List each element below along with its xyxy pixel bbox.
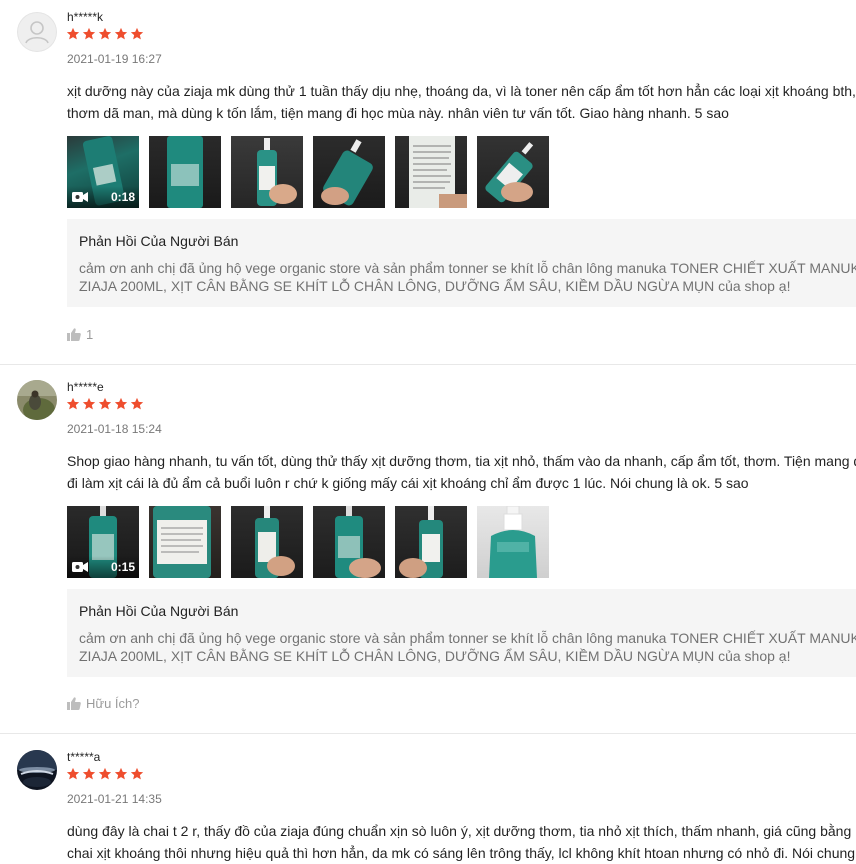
bottle-photo (485, 142, 534, 203)
star-icon (82, 767, 96, 780)
review-video-thumbnail[interactable]: 0:15 (67, 506, 139, 578)
review-username[interactable]: h*****e (67, 380, 104, 394)
star-icon (82, 27, 96, 40)
seller-reply-text: cảm ơn anh chị đã ủng hộ vege organic st… (79, 259, 856, 295)
review-divider (0, 733, 856, 734)
avatar[interactable] (17, 12, 57, 52)
review-image-thumbnail[interactable] (149, 136, 221, 208)
review-video-thumbnail[interactable]: 0:18 (67, 136, 139, 208)
thumbs-up-icon (67, 328, 81, 341)
bottle-photo (321, 139, 373, 206)
review-content-line: thơm dã man, mà dùng k tốn lắm, tiện man… (67, 105, 729, 121)
star-icon (66, 397, 80, 410)
review-image-thumbnail[interactable] (149, 506, 221, 578)
review-image-thumbnail[interactable] (395, 136, 467, 208)
star-icon (130, 27, 144, 40)
bottle-photo (255, 506, 295, 578)
star-icon (114, 397, 128, 410)
star-icon (130, 397, 144, 410)
rating-stars (66, 767, 144, 783)
seller-reply-line: cảm ơn anh chị đã ủng hộ vege organic st… (79, 260, 856, 276)
seller-reply-text: cảm ơn anh chị đã ủng hộ vege organic st… (79, 629, 856, 665)
video-duration: 0:18 (110, 190, 135, 204)
review-date: 2021-01-21 14:35 (67, 792, 162, 806)
video-camera-icon (72, 192, 88, 202)
star-icon (114, 27, 128, 40)
video-overlay: 0:15 (67, 556, 139, 578)
avatar[interactable] (17, 380, 57, 420)
review-media-list: 0:15 (67, 506, 549, 578)
star-icon (82, 397, 96, 410)
review-date: 2021-01-19 16:27 (67, 52, 162, 66)
helpful-label: Hữu Ích? (86, 696, 140, 711)
bottle-photo (489, 506, 537, 578)
seller-reply-title: Phản Hồi Của Người Bán (79, 233, 239, 249)
review-image-thumbnail[interactable] (231, 136, 303, 208)
seller-reply-line: cảm ơn anh chị đã ủng hộ vege organic st… (79, 630, 856, 646)
seller-reply: Phản Hồi Của Người Bán cảm ơn anh chị đã… (67, 589, 856, 677)
review-content-line: Shop giao hàng nhanh, tu vấn tốt, dùng t… (67, 453, 856, 469)
bottle-photo (409, 136, 467, 208)
user-avatar-image (17, 380, 57, 420)
star-icon (66, 27, 80, 40)
bottle-photo (335, 506, 381, 578)
review-image-thumbnail[interactable] (477, 136, 549, 208)
seller-reply-line: ZIAJA 200ML, XỊT CÂN BẰNG SE KHÍT LỖ CHÂ… (79, 278, 791, 294)
review-date: 2021-01-18 15:24 (67, 422, 162, 436)
review-content-line: chai xịt khoáng thôi nhưng hiệu quả thì … (67, 845, 856, 861)
review-divider (0, 364, 856, 365)
seller-reply-title: Phản Hồi Của Người Bán (79, 603, 239, 619)
review-content: xịt dưỡng này của ziaja mk dùng thử 1 tu… (67, 80, 856, 124)
like-button[interactable]: 1 (67, 327, 93, 342)
video-duration: 0:15 (110, 560, 135, 574)
review-media-list: 0:18 (67, 136, 549, 208)
review-content-line: xịt dưỡng này của ziaja mk dùng thử 1 tu… (67, 83, 856, 99)
video-camera-icon (72, 562, 88, 572)
seller-reply: Phản Hồi Của Người Bán cảm ơn anh chị đã… (67, 219, 856, 307)
review-content-line: dùng đây là chai t 2 r, thấy đồ của ziaj… (67, 823, 856, 839)
review-content-line: đi làm xịt cái là đủ ẩm cả buổi luôn r c… (67, 475, 749, 491)
user-avatar-image (17, 750, 57, 790)
helpful-button[interactable]: Hữu Ích? (67, 696, 140, 711)
avatar[interactable] (17, 750, 57, 790)
like-count: 1 (86, 327, 94, 342)
bottle-photo (399, 506, 443, 578)
review-image-thumbnail[interactable] (313, 136, 385, 208)
star-icon (98, 767, 112, 780)
default-avatar-icon (17, 12, 57, 52)
star-icon (98, 397, 112, 410)
review-image-thumbnail[interactable] (395, 506, 467, 578)
bottle-photo (153, 506, 211, 578)
video-overlay: 0:18 (67, 186, 139, 208)
seller-reply-line: ZIAJA 200ML, XỊT CÂN BẰNG SE KHÍT LỖ CHÂ… (79, 648, 791, 664)
review-username[interactable]: t*****a (67, 750, 100, 764)
review-image-thumbnail[interactable] (313, 506, 385, 578)
review-image-thumbnail[interactable] (477, 506, 549, 578)
review-image-thumbnail[interactable] (231, 506, 303, 578)
star-icon (114, 767, 128, 780)
rating-stars (66, 397, 144, 413)
bottle-photo (167, 136, 203, 208)
star-icon (130, 767, 144, 780)
bottle-photo (257, 138, 297, 206)
rating-stars (66, 27, 144, 43)
thumbs-up-icon (67, 697, 81, 710)
star-icon (66, 767, 80, 780)
review-content: Shop giao hàng nhanh, tu vấn tốt, dùng t… (67, 450, 856, 494)
star-icon (98, 27, 112, 40)
review-content: dùng đây là chai t 2 r, thấy đồ của ziaj… (67, 820, 856, 864)
review-username[interactable]: h*****k (67, 10, 103, 24)
